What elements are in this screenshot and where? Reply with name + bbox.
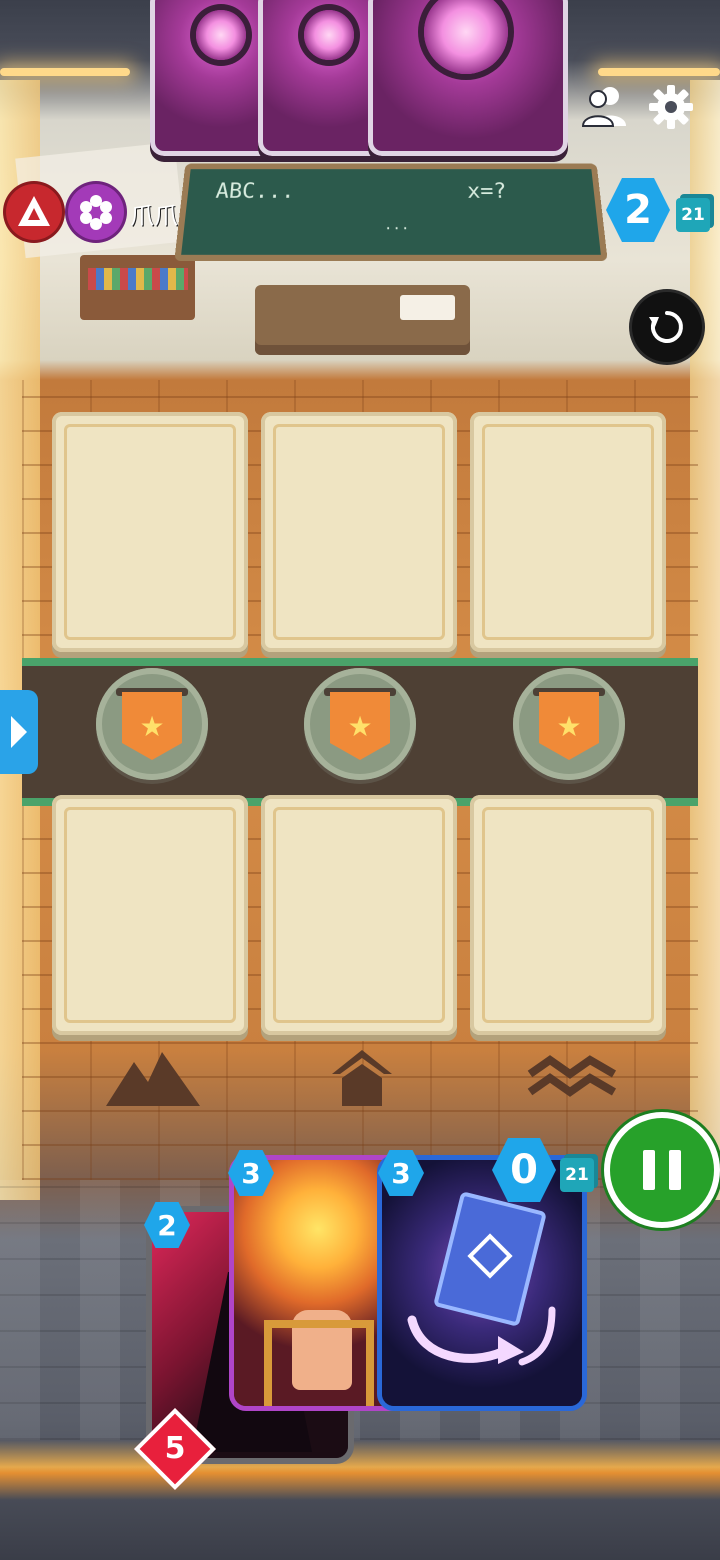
swap-arrows-icon (407, 1306, 556, 1366)
player-slot-right[interactable] (470, 795, 666, 1035)
opponent-slot-middle[interactable] (261, 412, 457, 652)
hand-card-2[interactable] (234, 1160, 402, 1406)
opponent-cardback-icon[interactable] (68, 184, 124, 240)
opponent-card (368, 0, 568, 156)
card-back-emblem-icon (196, 10, 246, 60)
ceiling-light (598, 68, 720, 76)
opponent-deck-count: 21 (676, 198, 710, 232)
player-slot-left[interactable] (52, 795, 248, 1035)
undo-button[interactable] (632, 292, 702, 362)
location-right[interactable]: ★ (513, 668, 625, 780)
opponent-avatar-icon[interactable] (6, 184, 62, 240)
opponent-slot-right[interactable] (470, 412, 666, 652)
star-banner-icon: ★ (122, 692, 182, 760)
chalkboard-text-right: x=? (466, 180, 508, 204)
player-slot-middle[interactable] (261, 795, 457, 1035)
books (88, 268, 188, 290)
card-back-emblem-icon (424, 0, 508, 74)
chalkboard-text-bottom: ... (383, 217, 410, 234)
pause-icon (643, 1150, 655, 1190)
location-left[interactable]: ★ (96, 668, 208, 780)
waves-icon (524, 1048, 624, 1108)
friends-icon[interactable] (580, 82, 630, 132)
expand-arrow-icon (11, 716, 27, 748)
house-icon (312, 1044, 412, 1106)
star-banner-icon: ★ (330, 692, 390, 760)
undo-icon (649, 311, 683, 343)
chalkboard-text-left: ABC... (214, 180, 296, 204)
opponent-name: 爪爪 (130, 202, 178, 230)
expand-panel-button[interactable] (0, 690, 38, 774)
mountain-icon (104, 1048, 204, 1108)
settings-icon[interactable] (648, 84, 694, 130)
card-back-emblem-icon (304, 10, 354, 60)
ceiling-light (0, 68, 130, 76)
frame-decoration (264, 1320, 374, 1406)
hand-card-3[interactable] (382, 1160, 582, 1406)
player-deck-count: 21 (560, 1158, 594, 1192)
star-banner-icon: ★ (539, 692, 599, 760)
floor-glow (0, 1440, 720, 1500)
pause-icon (669, 1150, 681, 1190)
end-turn-button[interactable] (610, 1118, 714, 1222)
chalkboard: ABC... x=? ... (174, 163, 608, 261)
opponent-slot-left[interactable] (52, 412, 248, 652)
location-middle[interactable]: ★ (304, 668, 416, 780)
open-book (400, 295, 455, 320)
